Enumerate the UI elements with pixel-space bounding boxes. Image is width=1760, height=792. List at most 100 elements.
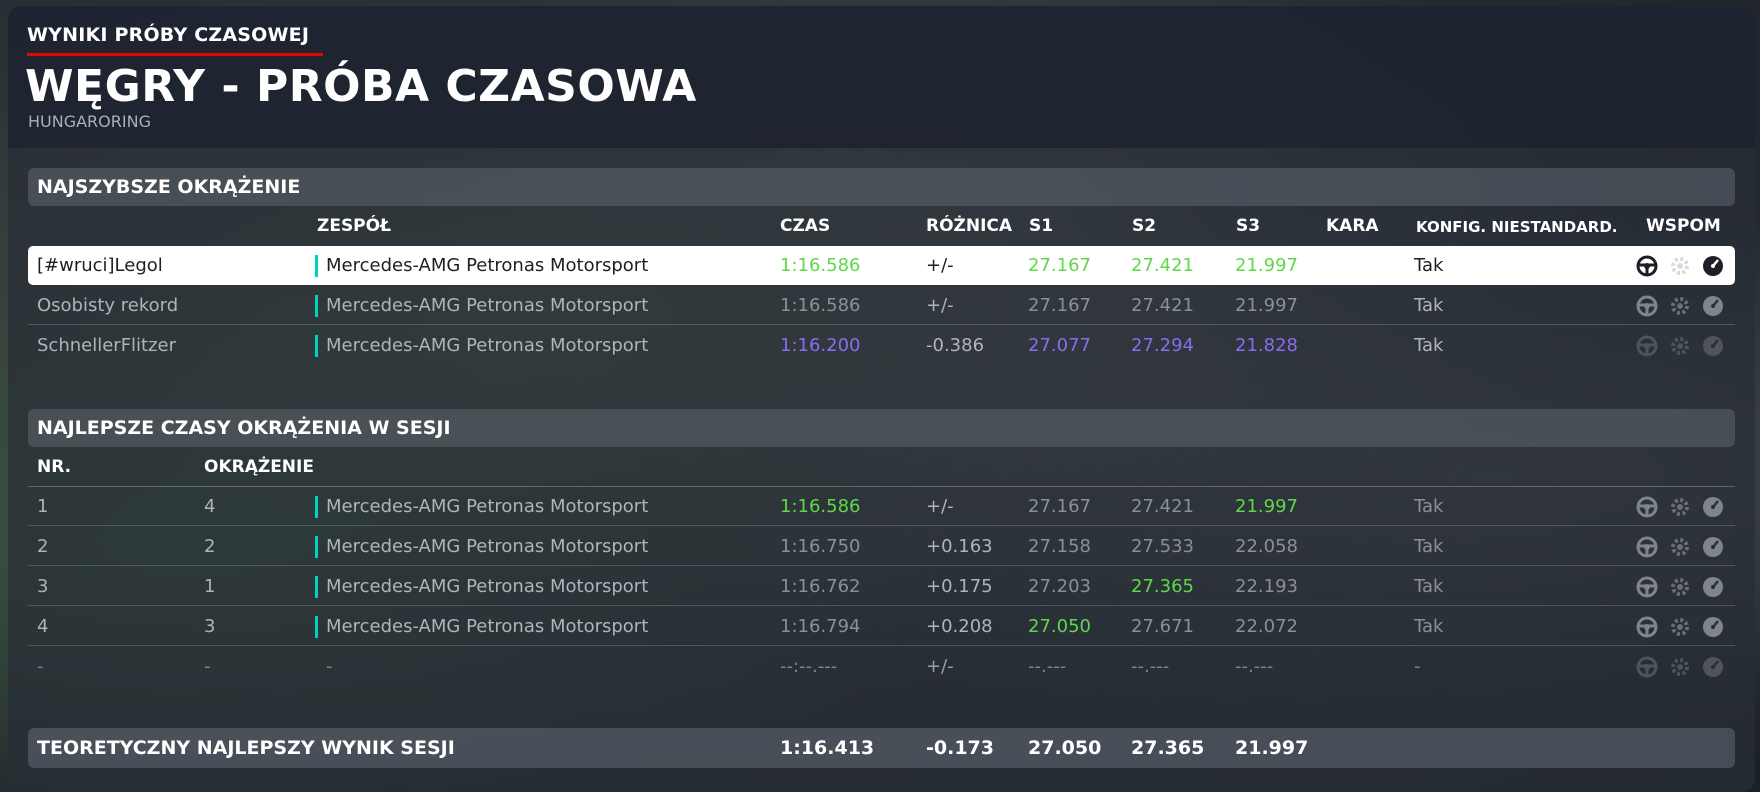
col-s3: S3 [1236, 216, 1261, 236]
summary-time: 1:16.413 [780, 737, 875, 759]
row-number: 3 [37, 576, 49, 597]
tachometer-icon [1703, 336, 1723, 356]
col-time: CZAS [780, 216, 831, 236]
fastest-row-player[interactable]: [#wruci]Legol Mercedes-AMG Petronas Moto… [28, 246, 1735, 285]
team-name: - [326, 656, 333, 677]
driver-name: Osobisty rekord [37, 295, 179, 316]
theoretical-best-bar: TEORETYCZNY NAJLEPSZY WYNIK SESJI 1:16.4… [28, 728, 1735, 768]
lap-time: 1:16.200 [780, 335, 861, 356]
fastest-lap-section-bar: NAJSZYBSZE OKRĄŻENIE [28, 168, 1735, 206]
sector-2: 27.421 [1131, 255, 1194, 276]
summary-s1: 27.050 [1028, 737, 1102, 759]
tachometer-icon [1703, 657, 1723, 677]
summary-s3: 21.997 [1235, 737, 1309, 759]
steering-wheel-icon [1636, 295, 1658, 317]
session-row[interactable]: 2 2 Mercedes-AMG Petronas Motorsport 1:1… [28, 527, 1735, 566]
sector-2: 27.671 [1131, 616, 1194, 637]
lap-diff: +/- [926, 255, 954, 276]
row-number: 2 [37, 536, 49, 557]
gear-icon [1671, 498, 1689, 516]
sector-1: 27.167 [1028, 496, 1091, 517]
col-lap: OKRĄŻENIE [204, 457, 314, 477]
lap-time: 1:16.586 [780, 255, 861, 276]
sector-1: 27.203 [1028, 576, 1091, 597]
lap-diff: +0.175 [926, 576, 993, 597]
lap-diff: -0.386 [926, 335, 985, 356]
session-row[interactable]: 3 1 Mercedes-AMG Petronas Motorsport 1:1… [28, 567, 1735, 606]
sector-1: 27.050 [1028, 616, 1091, 637]
sector-2: 27.365 [1131, 576, 1194, 597]
lap-number: 3 [204, 616, 216, 637]
col-assists: WSPOM [1646, 216, 1721, 236]
sector-1: --.--- [1028, 656, 1067, 677]
session-row[interactable]: 1 4 Mercedes-AMG Petronas Motorsport 1:1… [28, 487, 1735, 526]
custom-config: Tak [1414, 255, 1444, 276]
tachometer-icon [1703, 256, 1723, 276]
assist-icons [1635, 655, 1727, 679]
section-title: NAJSZYBSZE OKRĄŻENIE [37, 176, 301, 198]
row-divider [28, 645, 1735, 646]
team-color-bar [315, 335, 318, 357]
steering-wheel-icon [1636, 616, 1658, 638]
lap-number: 2 [204, 536, 216, 557]
assist-icons [1635, 495, 1727, 519]
custom-config: Tak [1414, 496, 1444, 517]
sector-2: --.--- [1131, 656, 1170, 677]
lap-time: --:--.--- [780, 656, 838, 677]
sector-1: 27.077 [1028, 335, 1091, 356]
team-color-bar [315, 496, 318, 518]
sector-2: 27.421 [1131, 496, 1194, 517]
session-laps-section-bar: NAJLEPSZE CZASY OKRĄŻENIA W SESJI [28, 409, 1735, 447]
header-subtitle: WYNIKI PRÓBY CZASOWEJ [27, 24, 310, 46]
gear-icon [1671, 337, 1689, 355]
driver-name: SchnellerFlitzer [37, 335, 177, 356]
team-color-bar [315, 616, 318, 638]
accent-underline [27, 53, 323, 56]
lap-time: 1:16.586 [780, 496, 861, 517]
assist-icons [1635, 254, 1727, 278]
team-color-bar [315, 295, 318, 317]
sector-3: 21.997 [1235, 295, 1298, 316]
fastest-row-world-best[interactable]: SchnellerFlitzer Mercedes-AMG Petronas M… [28, 326, 1735, 365]
page-title: WĘGRY - PRÓBA CZASOWA [25, 61, 697, 112]
row-divider [28, 605, 1735, 606]
custom-config: Tak [1414, 295, 1444, 316]
lap-time: 1:16.750 [780, 536, 861, 557]
gear-icon [1671, 578, 1689, 596]
assist-icons [1635, 294, 1727, 318]
team-name: Mercedes-AMG Petronas Motorsport [326, 536, 649, 557]
gear-icon [1671, 658, 1689, 676]
fastest-row-personal-best[interactable]: Osobisty rekord Mercedes-AMG Petronas Mo… [28, 286, 1735, 325]
sector-1: 27.158 [1028, 536, 1091, 557]
steering-wheel-icon [1636, 576, 1658, 598]
sector-3: 22.058 [1235, 536, 1298, 557]
sector-1: 27.167 [1028, 295, 1091, 316]
lap-diff: +/- [926, 496, 954, 517]
team-name: Mercedes-AMG Petronas Motorsport [326, 616, 649, 637]
sector-2: 27.294 [1131, 335, 1194, 356]
col-config: KONFIG. NIESTANDARD. [1416, 218, 1618, 236]
team-color-bar [315, 576, 318, 598]
assist-icons [1635, 535, 1727, 559]
lap-time: 1:16.586 [780, 295, 861, 316]
tachometer-icon [1703, 537, 1723, 557]
gear-icon [1671, 257, 1689, 275]
team-name: Mercedes-AMG Petronas Motorsport [326, 496, 649, 517]
session-row-empty: - - - --:--.--- +/- --.--- --.--- --.---… [28, 647, 1735, 686]
steering-wheel-icon [1636, 656, 1658, 678]
sector-2: 27.533 [1131, 536, 1194, 557]
lap-diff: +0.208 [926, 616, 993, 637]
custom-config: Tak [1414, 536, 1444, 557]
assist-icons [1635, 615, 1727, 639]
sector-3: 21.997 [1235, 255, 1298, 276]
team-name: Mercedes-AMG Petronas Motorsport [326, 255, 649, 276]
lap-time: 1:16.762 [780, 576, 861, 597]
col-nr: NR. [37, 457, 72, 477]
track-name: HUNGARORING [28, 112, 151, 131]
sector-3: 22.072 [1235, 616, 1298, 637]
session-row[interactable]: 4 3 Mercedes-AMG Petronas Motorsport 1:1… [28, 607, 1735, 646]
sector-2: 27.421 [1131, 295, 1194, 316]
steering-wheel-icon [1636, 335, 1658, 357]
tachometer-icon [1703, 577, 1723, 597]
summary-label: TEORETYCZNY NAJLEPSZY WYNIK SESJI [37, 737, 455, 759]
